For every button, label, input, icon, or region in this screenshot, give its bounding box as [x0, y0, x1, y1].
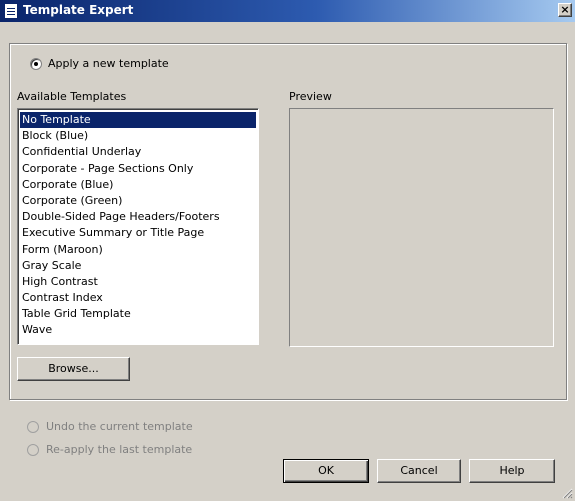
template-list-item[interactable]: Executive Summary or Title Page [20, 225, 256, 241]
template-list-item[interactable]: High Contrast [20, 274, 256, 290]
cancel-button[interactable]: Cancel [377, 459, 461, 483]
template-list-item[interactable]: Wave [20, 322, 256, 338]
template-list-item[interactable]: Double-Sided Page Headers/Footers [20, 209, 256, 225]
window-title: Template Expert [23, 3, 134, 17]
available-templates-label: Available Templates [17, 90, 127, 103]
close-icon[interactable]: × [558, 3, 572, 17]
template-list-item[interactable]: No Template [20, 112, 256, 129]
reapply-template-radio[interactable] [27, 444, 39, 456]
ok-button[interactable]: OK [283, 459, 369, 483]
apply-template-label: Apply a new template [48, 57, 169, 70]
browse-button[interactable]: Browse... [17, 357, 130, 381]
help-button[interactable]: Help [469, 459, 555, 483]
template-list-item[interactable]: Gray Scale [20, 258, 256, 274]
undo-template-label: Undo the current template [46, 420, 193, 433]
title-bar: Template Expert × [0, 0, 575, 22]
resize-grip-icon[interactable] [561, 487, 573, 499]
template-list-item[interactable]: Corporate - Page Sections Only [20, 161, 256, 177]
template-list-item[interactable]: Table Grid Template [20, 306, 256, 322]
templates-listbox[interactable]: No Template Block (Blue) Confidential Unde… [17, 108, 259, 345]
template-list-item[interactable]: Corporate (Green) [20, 193, 256, 209]
template-list-item[interactable]: Corporate (Blue) [20, 177, 256, 193]
template-list-item[interactable]: Block (Blue) [20, 128, 256, 144]
preview-label: Preview [289, 90, 332, 103]
template-list-item[interactable]: Form (Maroon) [20, 242, 256, 258]
apply-template-radio[interactable] [30, 58, 42, 70]
template-list-item[interactable]: Confidential Underlay [20, 144, 256, 160]
undo-template-radio[interactable] [27, 421, 39, 433]
template-list-item[interactable]: Contrast Index [20, 290, 256, 306]
reapply-template-label: Re-apply the last template [46, 443, 193, 456]
document-icon [4, 3, 18, 19]
preview-pane [289, 108, 554, 347]
